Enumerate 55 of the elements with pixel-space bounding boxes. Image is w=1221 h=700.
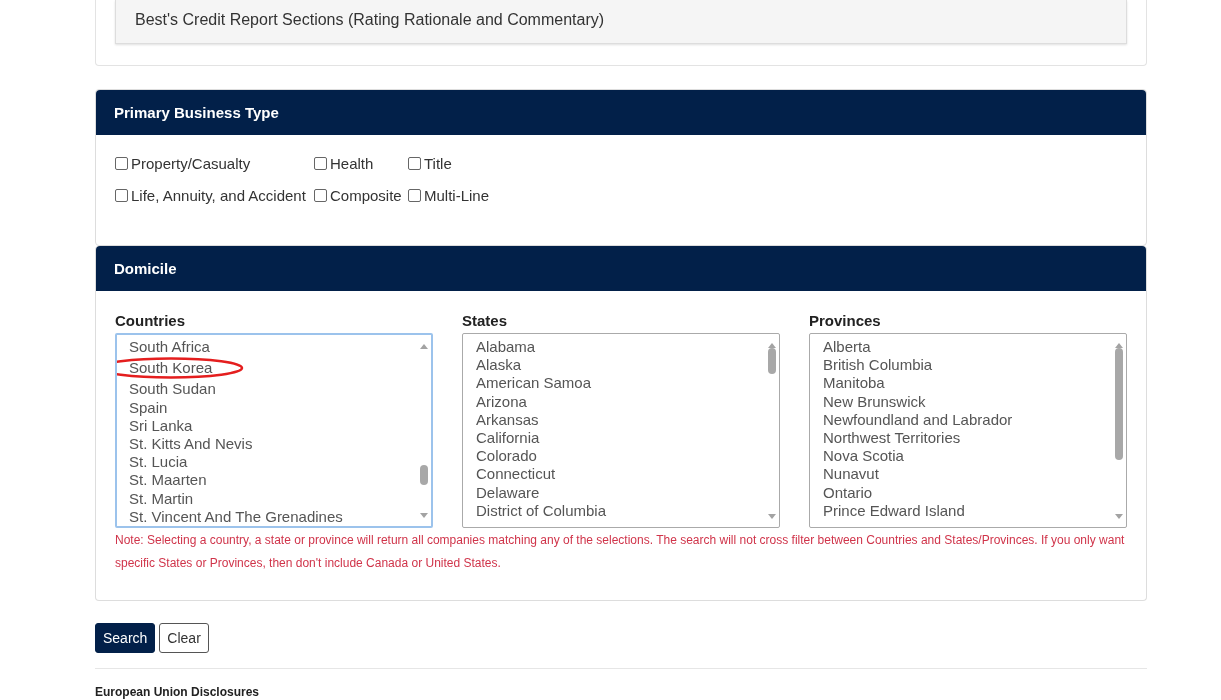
section-heading: European Union Disclosures: [95, 685, 261, 699]
list-label: Provinces: [809, 312, 882, 329]
list-option[interactable]: Colorado: [476, 447, 537, 465]
checkbox-option[interactable]: Property/Casualty: [115, 155, 314, 172]
list-option[interactable]: New Brunswick: [823, 392, 926, 410]
list-option[interactable]: Alaska: [476, 356, 522, 374]
list-option[interactable]: South Sudan: [129, 380, 216, 398]
list-option[interactable]: Alberta: [823, 338, 871, 355]
checkbox-option[interactable]: Health: [314, 155, 408, 172]
list-box[interactable]: Alabama Alaska American Samoa Arizona Arkansas California Colorado Connecticut Delaware District of Columbia: [462, 333, 780, 528]
list-option[interactable]: Alabama: [476, 338, 536, 355]
list-option[interactable]: Northwest Territories: [823, 429, 961, 446]
list-option[interactable]: District of Columbia: [476, 501, 607, 519]
scrollbar-thumb[interactable]: [1115, 348, 1123, 460]
checkbox-option[interactable]: Life, Annuity, and Accident: [115, 187, 314, 204]
list-option[interactable]: Ontario: [823, 483, 873, 501]
list-option[interactable]: Delaware: [476, 483, 540, 501]
list-option[interactable]: American Samoa: [476, 374, 592, 392]
list-option[interactable]: Newfoundland and Labrador: [823, 410, 1013, 428]
list-option[interactable]: Sri Lanka: [129, 416, 193, 434]
list-option[interactable]: California: [476, 429, 540, 446]
checkbox-option[interactable]: Composite: [314, 187, 408, 204]
scroll-up-icon[interactable]: [420, 344, 428, 349]
list-option[interactable]: Arkansas: [476, 410, 539, 428]
form-button[interactable]: Search: [95, 623, 156, 653]
list-option[interactable]: Connecticut: [476, 465, 556, 483]
list-box[interactable]: South Africa South Korea South Sudan Spain Sri Lanka St. Kitts And Nevis St. Lucia St. Maarten St. Martin St. Vincent And The Grenadines: [115, 333, 433, 528]
panel-header: Domicile: [96, 246, 1146, 291]
list-option[interactable]: Arizona: [476, 392, 527, 410]
scrollbar-thumb[interactable]: [768, 348, 776, 374]
note-text: Note: Selecting a country, a state or province will return all companies matching any of the selections. The search will not cross filter between Countries and States/Provinces. If you only want specific States or Provinces, then don't include Canada or United States.: [114, 532, 1126, 572]
report-section-item[interactable]: Best's Credit Report Sections (Rating Rationale and Commentary): [115, 0, 1127, 44]
list-option[interactable]: St. Maarten: [129, 471, 207, 489]
checkbox-option[interactable]: Title: [408, 155, 452, 172]
scrollbar-thumb[interactable]: [420, 465, 428, 485]
scroll-down-icon[interactable]: [420, 513, 428, 518]
list-option[interactable]: St. Lucia: [129, 453, 188, 471]
list-box[interactable]: Alberta British Columbia Manitoba New Brunswick Newfoundland and Labrador Northwest Territories Nova Scotia Nunavut Ontario Prince Edward Island: [809, 333, 1127, 528]
list-option[interactable]: Manitoba: [823, 374, 885, 392]
panel-header: Primary Business Type: [96, 90, 1146, 135]
list-option[interactable]: Nova Scotia: [823, 447, 904, 465]
list-option[interactable]: South Africa: [129, 338, 210, 355]
list-option[interactable]: Prince Edward Island: [823, 501, 965, 519]
form-button[interactable]: Clear: [159, 623, 209, 653]
list-option[interactable]: Nunavut: [823, 465, 879, 483]
list-label: States: [462, 312, 509, 329]
list-option[interactable]: St. Vincent And The Grenadines: [129, 507, 343, 525]
list-option[interactable]: St. Martin: [129, 489, 194, 507]
list-option[interactable]: St. Kitts And Nevis: [129, 435, 253, 452]
checkbox-option[interactable]: Multi-Line: [408, 187, 490, 204]
scroll-down-icon[interactable]: [768, 514, 776, 519]
scroll-down-icon[interactable]: [1115, 514, 1123, 519]
list-option[interactable]: Spain: [129, 398, 168, 416]
list-option[interactable]: British Columbia: [823, 356, 933, 374]
list-label: Countries: [115, 312, 186, 329]
